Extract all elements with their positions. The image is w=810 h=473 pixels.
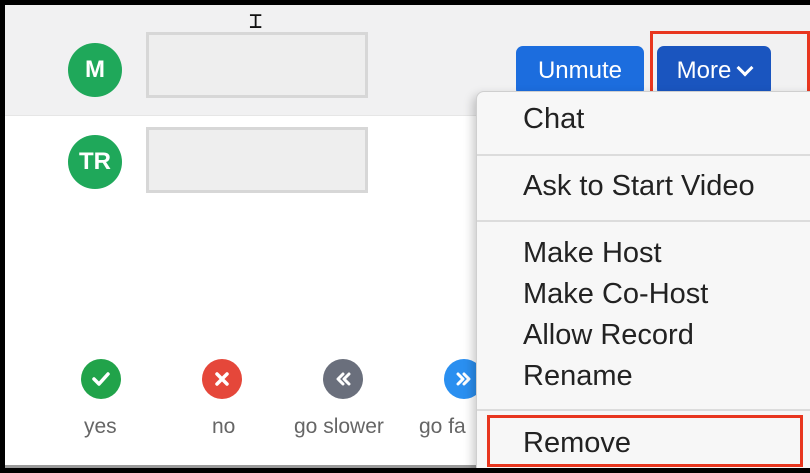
more-button[interactable]: More	[657, 46, 771, 96]
unmute-button[interactable]: Unmute	[516, 46, 644, 96]
reaction-label-yes: yes	[84, 415, 117, 438]
menu-item-make-host[interactable]: Make Host	[523, 236, 662, 270]
check-icon[interactable]	[81, 359, 121, 399]
rewind-icon[interactable]	[323, 359, 363, 399]
participant-name-redacted	[146, 32, 368, 98]
menu-separator	[477, 220, 810, 222]
unmute-button-label: Unmute	[537, 57, 623, 84]
reaction-label-go-faster: go fa	[419, 415, 466, 438]
menu-separator	[477, 154, 810, 156]
menu-item-ask-to-start-video[interactable]: Ask to Start Video	[523, 169, 755, 203]
reaction-label-no: no	[212, 415, 236, 438]
menu-item-make-co-host[interactable]: Make Co-Host	[523, 277, 708, 311]
menu-item-allow-record[interactable]: Allow Record	[523, 318, 694, 352]
participant-name-redacted	[146, 127, 368, 193]
menu-separator	[477, 409, 810, 411]
x-icon[interactable]	[202, 359, 242, 399]
avatar: M	[68, 43, 122, 97]
menu-item-chat[interactable]: Chat	[523, 102, 584, 136]
avatar: TR	[68, 135, 122, 189]
menu-item-remove[interactable]: Remove	[523, 426, 631, 460]
more-button-label: More	[676, 57, 732, 84]
more-dropdown-menu: Chat Ask to Start Video Make Host Make C…	[476, 91, 810, 468]
chevron-down-icon	[736, 59, 754, 76]
reaction-label-go-slower: go slower	[294, 415, 384, 438]
text-cursor-icon: ⌶	[249, 9, 263, 34]
menu-item-rename[interactable]: Rename	[523, 359, 633, 393]
participants-panel: ⌶ M TR Unmute More yes no go slower go f…	[0, 0, 810, 473]
